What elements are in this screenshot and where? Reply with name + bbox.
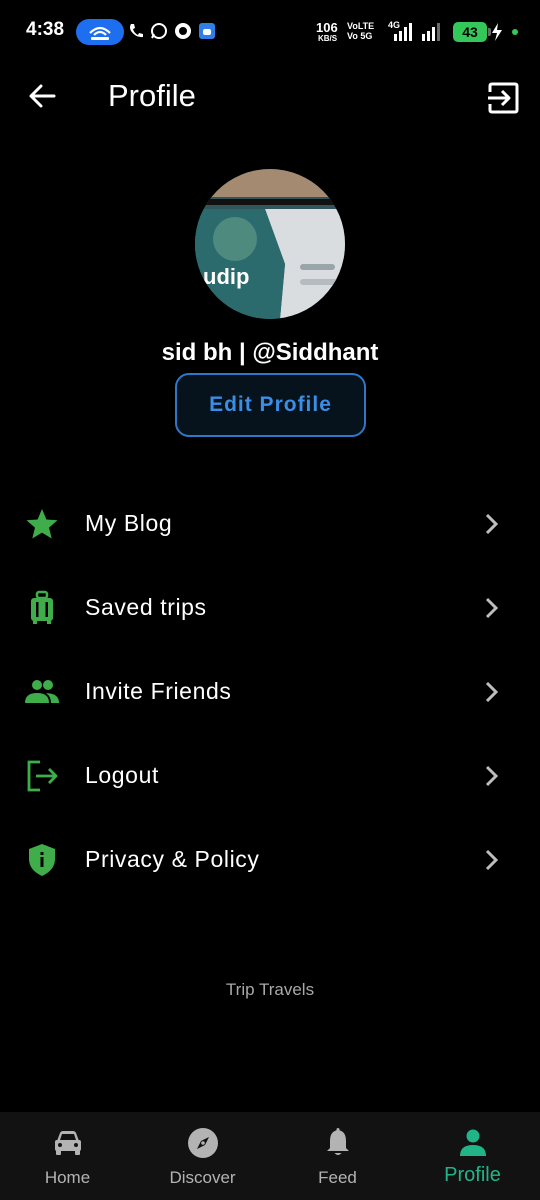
menu-label: Invite Friends [85,678,232,704]
volte-label-2: Vo 5G [347,31,373,41]
nav-item-feed[interactable]: Feed [270,1112,405,1200]
svg-text:udip: udip [203,264,249,289]
star-icon [26,509,58,539]
shield-info-icon [29,844,55,876]
person-icon [459,1129,486,1156]
privacy-dot-icon [512,29,518,35]
nav-item-profile[interactable]: Profile [405,1112,540,1200]
menu-item-privacy-policy[interactable]: Privacy & Policy [0,818,540,902]
signal-icon-1 [394,23,412,41]
hotspot-icon [76,19,124,45]
status-time: 4:38 [26,19,65,40]
menu-label: Logout [85,762,159,788]
network-speed-unit: KB/S [318,34,338,43]
chevron-right-icon [485,849,499,871]
nav-item-discover[interactable]: Discover [135,1112,270,1200]
exit-to-app-icon [488,82,519,114]
arrow-left-icon [29,84,56,108]
nav-label: Discover [169,1168,236,1187]
exit-button[interactable] [484,78,524,118]
edit-profile-button[interactable]: Edit Profile [175,373,366,437]
chevron-right-icon [485,681,499,703]
avatar[interactable]: udip [195,169,345,319]
network-speed: 106 [316,20,338,35]
back-button[interactable] [22,76,62,116]
menu-item-invite-friends[interactable]: Invite Friends [0,650,540,734]
menu-item-logout[interactable]: Logout [0,734,540,818]
nav-label: Profile [444,1164,501,1186]
menu-label: Saved trips [85,594,207,620]
chevron-right-icon [485,765,499,787]
charging-icon [492,23,502,41]
luggage-icon [31,590,53,624]
bottom-navigation: Home Discover Feed Profile [0,1112,540,1200]
nav-item-home[interactable]: Home [0,1112,135,1200]
app-brand-footer: Trip Travels [225,980,315,999]
username-handle: sid bh | @Siddhant [161,339,379,366]
messenger-icon [175,23,191,39]
chevron-right-icon [485,513,499,535]
menu-label: Privacy & Policy [85,846,260,872]
signal-icon-2 [422,23,440,41]
phone-icon [130,24,143,38]
nav-label: Home [44,1168,91,1187]
volte-label-1: VoLTE [347,21,375,31]
bell-icon [326,1128,349,1155]
chevron-right-icon [485,597,499,619]
people-icon [25,680,59,703]
app-bar: Profile [0,62,540,132]
page-title: Profile [108,78,196,113]
nav-label: Feed [318,1168,357,1187]
car-icon [54,1131,81,1155]
logout-icon [27,760,58,792]
profile-screen: 4:38 106 KB/S VoLTE Vo 5G 4G 43 Profile … [0,0,540,1200]
menu-item-saved-trips[interactable]: Saved trips [0,566,540,650]
compass-icon [187,1128,218,1158]
status-bar: 4:38 106 KB/S VoLTE Vo 5G 4G 43 [0,0,540,62]
menu-item-my-blog[interactable]: My Blog [0,482,540,566]
menu-label: My Blog [85,510,173,536]
profile-photo-image: udip [195,169,345,319]
app-notification-icon [199,23,215,39]
battery-level: 43 [462,24,478,40]
battery-icon: 43 [453,22,491,42]
profile-menu: My Blog Saved trips Invite Friends Logou… [0,482,540,902]
whatsapp-icon [151,23,167,39]
